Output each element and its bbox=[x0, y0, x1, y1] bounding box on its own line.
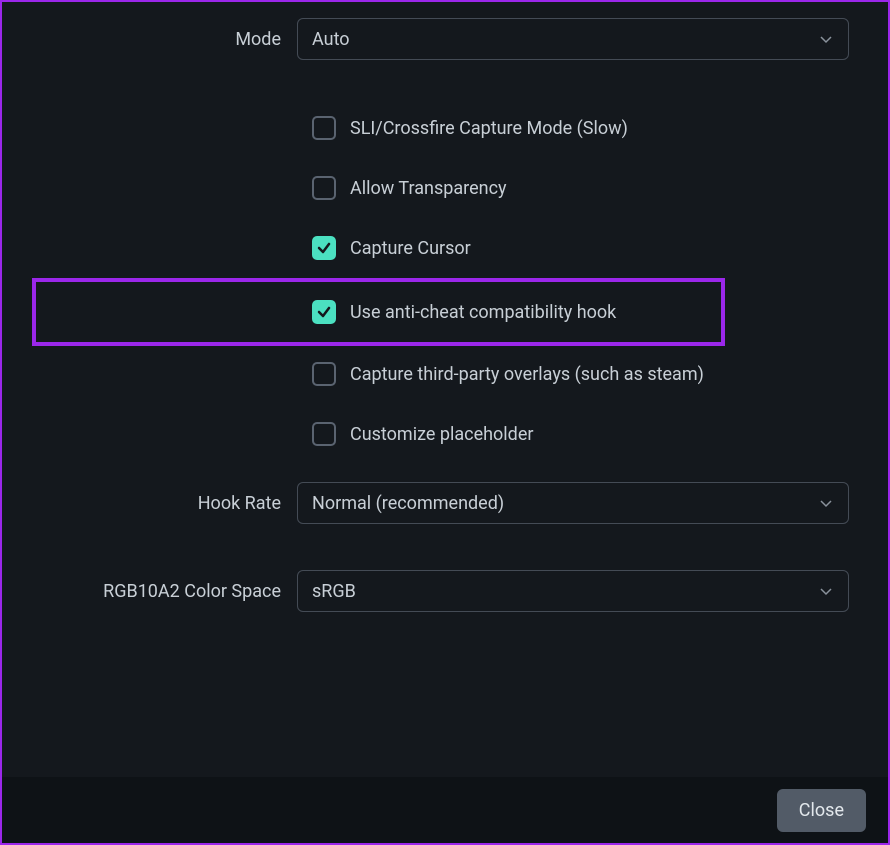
hook-rate-label: Hook Rate bbox=[32, 493, 297, 514]
sli-checkbox[interactable] bbox=[312, 116, 336, 140]
hook-rate-select[interactable]: Normal (recommended) bbox=[297, 482, 849, 524]
transparency-checkbox[interactable] bbox=[312, 176, 336, 200]
chevron-down-icon bbox=[818, 31, 834, 47]
mode-select[interactable]: Auto bbox=[297, 18, 849, 60]
mode-select-value: Auto bbox=[312, 29, 350, 50]
cursor-checkbox-label[interactable]: Capture Cursor bbox=[350, 238, 471, 259]
color-space-select-value: sRGB bbox=[312, 581, 356, 602]
chevron-down-icon bbox=[818, 583, 834, 599]
anticheat-checkbox-label[interactable]: Use anti-cheat compatibility hook bbox=[350, 302, 616, 323]
dialog-footer: Close bbox=[2, 777, 888, 843]
thirdparty-checkbox[interactable] bbox=[312, 362, 336, 386]
placeholder-checkbox[interactable] bbox=[312, 422, 336, 446]
thirdparty-checkbox-label[interactable]: Capture third-party overlays (such as st… bbox=[350, 364, 704, 385]
anticheat-highlight: Use anti-cheat compatibility hook bbox=[32, 278, 725, 346]
color-space-select[interactable]: sRGB bbox=[297, 570, 849, 612]
hook-rate-select-value: Normal (recommended) bbox=[312, 493, 504, 514]
chevron-down-icon bbox=[818, 495, 834, 511]
close-button[interactable]: Close bbox=[777, 789, 866, 832]
placeholder-checkbox-label[interactable]: Customize placeholder bbox=[350, 424, 533, 445]
anticheat-checkbox[interactable] bbox=[312, 300, 336, 324]
mode-label: Mode bbox=[32, 29, 297, 50]
color-space-label: RGB10A2 Color Space bbox=[32, 581, 297, 602]
cursor-checkbox[interactable] bbox=[312, 236, 336, 260]
transparency-checkbox-label[interactable]: Allow Transparency bbox=[350, 178, 507, 199]
sli-checkbox-label[interactable]: SLI/Crossfire Capture Mode (Slow) bbox=[350, 118, 628, 139]
